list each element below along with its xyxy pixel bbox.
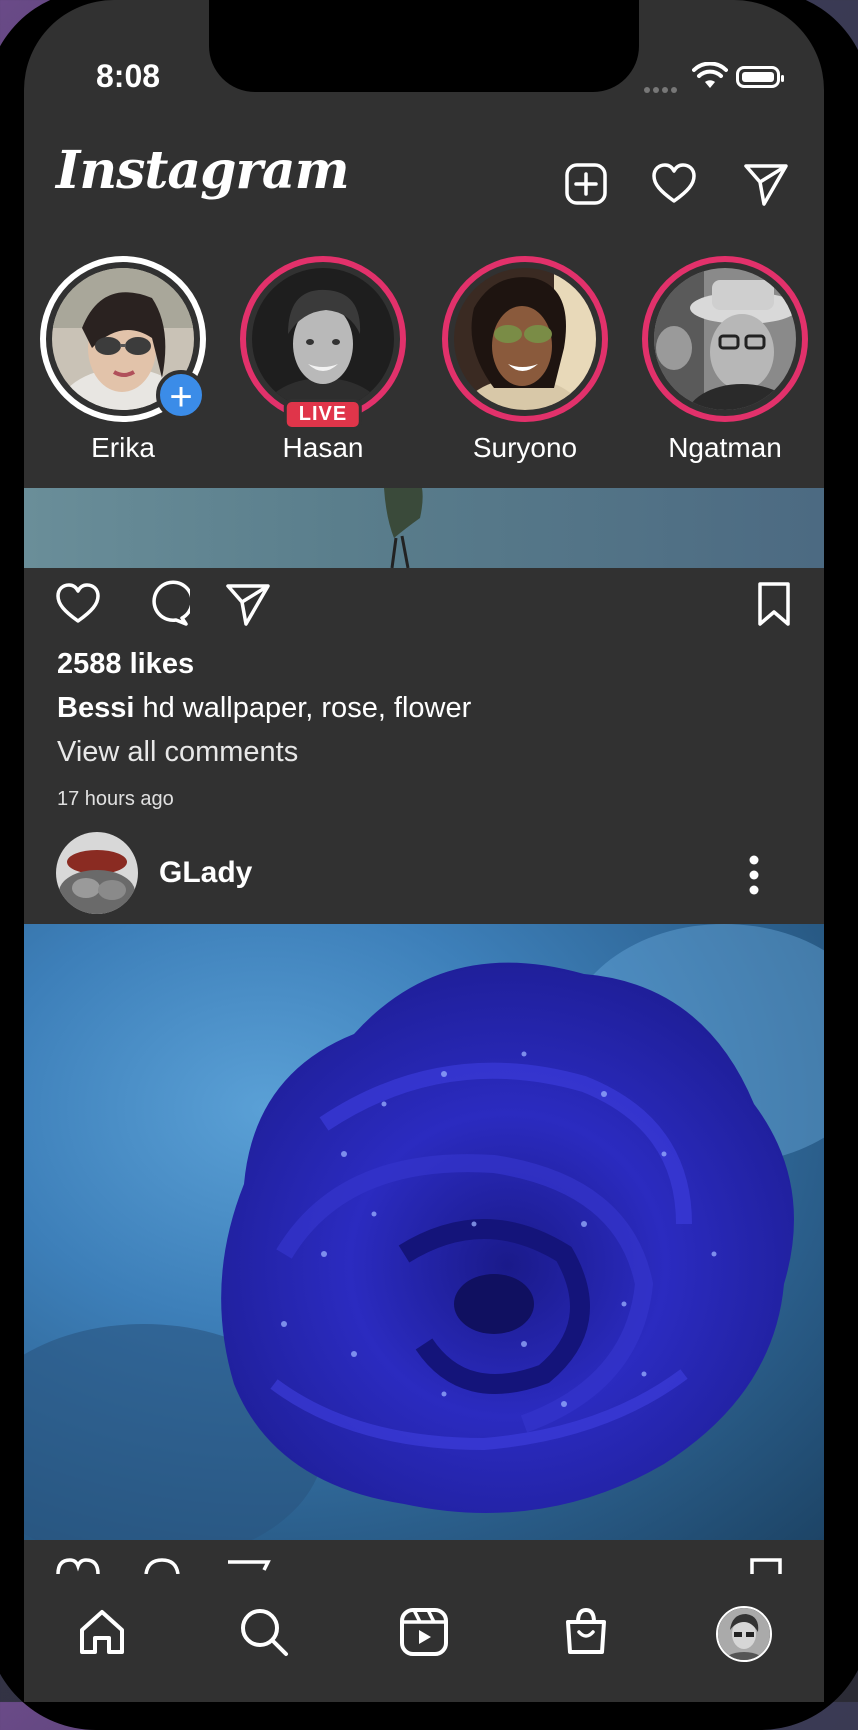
story-hasan[interactable]: LIVE Hasan xyxy=(238,256,408,464)
new-post-icon[interactable] xyxy=(562,160,610,208)
story-ring xyxy=(442,256,608,422)
story-name: Suryono xyxy=(472,432,578,463)
view-comments-link[interactable]: View all comments xyxy=(57,736,298,769)
bookmark-icon[interactable] xyxy=(750,580,798,628)
story-erika[interactable]: + Erika xyxy=(38,256,208,464)
story-name: Erika xyxy=(91,432,155,463)
wifi-icon xyxy=(692,61,728,95)
home-icon[interactable] xyxy=(74,1604,130,1660)
post-timestamp: 17 hours ago xyxy=(57,788,174,810)
comment-icon[interactable] xyxy=(142,580,194,628)
reels-icon[interactable] xyxy=(396,1604,452,1660)
story-suryono[interactable]: Suryono xyxy=(440,256,610,464)
post-image-previous xyxy=(24,488,824,569)
live-badge: LIVE xyxy=(283,399,363,430)
post2-actions-partial xyxy=(24,1556,824,1574)
status-time: 8:08 xyxy=(96,58,161,94)
caption-username[interactable]: Bessi xyxy=(57,692,134,724)
story-ngatman[interactable]: Ngatman xyxy=(640,256,810,464)
story-ring: + xyxy=(40,256,206,422)
post-caption: Bessi hd wallpaper, rose, flower xyxy=(57,692,471,725)
like-icon[interactable] xyxy=(54,580,102,628)
shop-icon[interactable] xyxy=(558,1604,614,1660)
avatar xyxy=(454,268,596,410)
signal-icon xyxy=(644,80,680,98)
post-author-username[interactable]: GLady xyxy=(159,856,252,890)
instagram-logo: Instagram xyxy=(56,140,350,201)
story-name: Hasan xyxy=(282,432,364,463)
post-author-avatar[interactable] xyxy=(56,832,138,914)
notch xyxy=(209,0,639,92)
heart-icon[interactable] xyxy=(650,160,698,208)
send-icon[interactable] xyxy=(742,160,790,208)
avatar xyxy=(654,268,796,410)
caption-text: hd wallpaper, rose, flower xyxy=(134,692,472,724)
bottom-nav xyxy=(24,1574,824,1702)
story-name: Ngatman xyxy=(668,432,782,463)
search-icon[interactable] xyxy=(236,1604,292,1660)
story-ring xyxy=(642,256,808,422)
likes-count[interactable]: 2588 likes xyxy=(57,648,194,681)
story-ring: LIVE xyxy=(240,256,406,430)
avatar xyxy=(252,268,394,410)
post-image-blue-rose[interactable] xyxy=(24,924,824,1540)
more-options-icon[interactable] xyxy=(744,854,764,896)
app-screen: 8:08 Instagram + Erika LIVE Hasan Suryon… xyxy=(24,0,824,1702)
profile-avatar[interactable] xyxy=(716,1606,772,1662)
share-icon[interactable] xyxy=(224,580,272,628)
battery-icon xyxy=(736,66,784,88)
add-story-button[interactable]: + xyxy=(156,370,206,420)
